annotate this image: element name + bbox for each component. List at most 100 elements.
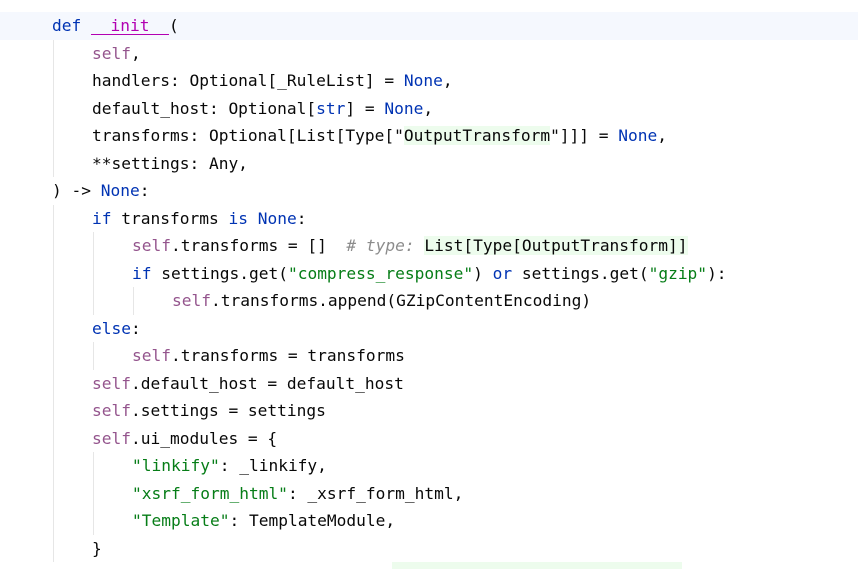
- code-line[interactable]: def __init__(: [0, 12, 858, 40]
- code-line[interactable]: "linkify": _linkify,: [0, 452, 858, 480]
- code-token: }: [92, 538, 102, 558]
- code-token: self: [92, 373, 131, 393]
- code-token: .transforms = transforms: [170, 346, 405, 365]
- code-line[interactable]: self.transforms = transforms: [0, 342, 858, 370]
- code-line[interactable]: transforms: Optional[List[Type["OutputTr…: [0, 122, 858, 150]
- code-line-text: self.transforms.append(GZipContentEncodi…: [172, 287, 591, 315]
- code-line-text: if transforms is None:: [92, 205, 306, 233]
- code-line-text: self.ui_modules = {: [92, 425, 277, 453]
- code-token: .ui_modules = {: [130, 428, 278, 448]
- code-line[interactable]: self.default_host = default_host: [0, 370, 858, 398]
- code-token: settings.get(: [521, 263, 649, 283]
- code-token: : TemplateModule,: [229, 511, 396, 530]
- code-token: ,: [423, 98, 434, 118]
- code-token: self: [92, 428, 131, 448]
- code-token: __init__: [90, 16, 169, 35]
- code-line[interactable]: }: [0, 535, 858, 563]
- code-line[interactable]: else:: [0, 315, 858, 343]
- code-token: : _xsrf_form_html,: [287, 483, 464, 503]
- code-token: is: [228, 208, 258, 228]
- code-line[interactable]: ) -> None:: [0, 177, 858, 205]
- code-line[interactable]: "Template": TemplateModule,: [0, 507, 858, 535]
- code-line[interactable]: default_host: Optional[str] = None,: [0, 95, 858, 123]
- code-token: None: [618, 126, 658, 145]
- code-line-text: "Template": TemplateModule,: [132, 507, 395, 535]
- code-token: ):: [707, 263, 727, 283]
- code-line-text: if settings.get("compress_response") or …: [132, 260, 727, 288]
- code-token: None: [257, 208, 297, 228]
- code-line[interactable]: self.ui_modules = {: [0, 425, 858, 453]
- code-line[interactable]: self.transforms.append(GZipContentEncodi…: [0, 287, 858, 315]
- code-line-text: }: [92, 535, 102, 563]
- code-token: None: [384, 98, 424, 118]
- code-line[interactable]: if transforms is None:: [0, 205, 858, 233]
- code-line-text: self,: [92, 40, 141, 68]
- code-line[interactable]: handlers: Optional[_RuleList] = None,: [0, 67, 858, 95]
- code-line-text: ) -> None:: [52, 177, 149, 205]
- code-token: if: [132, 263, 162, 283]
- code-token: "xsrf_form_html": [132, 483, 288, 503]
- highlight-strip: [392, 562, 682, 569]
- indent-guide: [93, 452, 94, 535]
- code-token: self: [172, 291, 211, 310]
- code-token: **settings: Any,: [92, 153, 248, 173]
- code-token: ): [473, 263, 493, 283]
- code-token: ,: [657, 126, 668, 145]
- code-token: "linkify": [132, 456, 220, 475]
- code-line-text: self.default_host = default_host: [92, 370, 404, 398]
- code-token: default_host: Optional[: [92, 98, 317, 118]
- code-line-text: transforms: Optional[List[Type["OutputTr…: [92, 122, 667, 150]
- code-editor[interactable]: def __init__(self, handlers: Optional[_Ru…: [0, 0, 858, 569]
- code-line[interactable]: self.transforms = [] # type: List[Type[O…: [0, 232, 858, 260]
- code-token: .transforms.append(GZipContentEncoding): [210, 291, 592, 310]
- indent-guide: [93, 342, 94, 370]
- code-token: List[Type[OutputTransform]]: [424, 236, 688, 255]
- code-token: "]]] =: [550, 126, 619, 145]
- code-token: transforms: Optional[List[Type[": [92, 126, 404, 145]
- code-token: str: [316, 98, 346, 118]
- code-token: self: [92, 401, 131, 420]
- code-line[interactable]: "xsrf_form_html": _xsrf_form_html,: [0, 480, 858, 508]
- code-token: # type:: [346, 236, 425, 255]
- code-line-text: "xsrf_form_html": _xsrf_form_html,: [132, 480, 463, 508]
- code-token: "gzip": [648, 263, 708, 283]
- code-token: :: [130, 318, 141, 338]
- indent-guide: [53, 204, 54, 562]
- code-line-text: handlers: Optional[_RuleList] = None,: [92, 67, 453, 95]
- code-line[interactable]: self.settings = settings: [0, 397, 858, 425]
- code-token: def: [52, 16, 91, 35]
- code-token: .settings = settings: [130, 401, 326, 420]
- code-token: ,: [130, 43, 141, 63]
- code-line-text: else:: [92, 315, 141, 343]
- code-token: transforms: [121, 208, 229, 228]
- code-line[interactable]: **settings: Any,: [0, 150, 858, 178]
- code-token: .default_host = default_host: [130, 373, 404, 393]
- code-token: ] =: [345, 98, 385, 118]
- code-line-text: self.transforms = transforms: [132, 342, 405, 370]
- code-token: :: [139, 181, 150, 200]
- code-line-text: self.settings = settings: [92, 397, 326, 425]
- code-line-text: self.transforms = [] # type: List[Type[O…: [132, 232, 688, 260]
- code-line-text: "linkify": _linkify,: [132, 452, 327, 480]
- code-token: : _linkify,: [219, 456, 327, 475]
- code-token: self: [92, 43, 131, 63]
- code-token: or: [492, 263, 522, 283]
- code-token: self: [132, 236, 171, 255]
- code-line-text: def __init__(: [52, 12, 179, 40]
- code-token: ) ->: [52, 181, 101, 200]
- code-token: handlers: Optional[_RuleList] =: [92, 71, 404, 90]
- code-token: :: [296, 208, 307, 228]
- code-token: OutputTransform: [403, 126, 551, 145]
- code-token: None: [100, 181, 140, 200]
- code-token: settings.get(: [161, 263, 288, 283]
- indent-guide: [93, 232, 94, 315]
- code-token: ,: [442, 71, 453, 90]
- code-token: None: [403, 71, 443, 90]
- code-token: "compress_response": [287, 263, 474, 283]
- code-token: else: [92, 318, 131, 338]
- code-token: .transforms = []: [170, 236, 347, 255]
- code-line-text: default_host: Optional[str] = None,: [92, 95, 433, 123]
- code-line[interactable]: if settings.get("compress_response") or …: [0, 260, 858, 288]
- code-token: if: [92, 208, 122, 228]
- code-line[interactable]: self,: [0, 40, 858, 68]
